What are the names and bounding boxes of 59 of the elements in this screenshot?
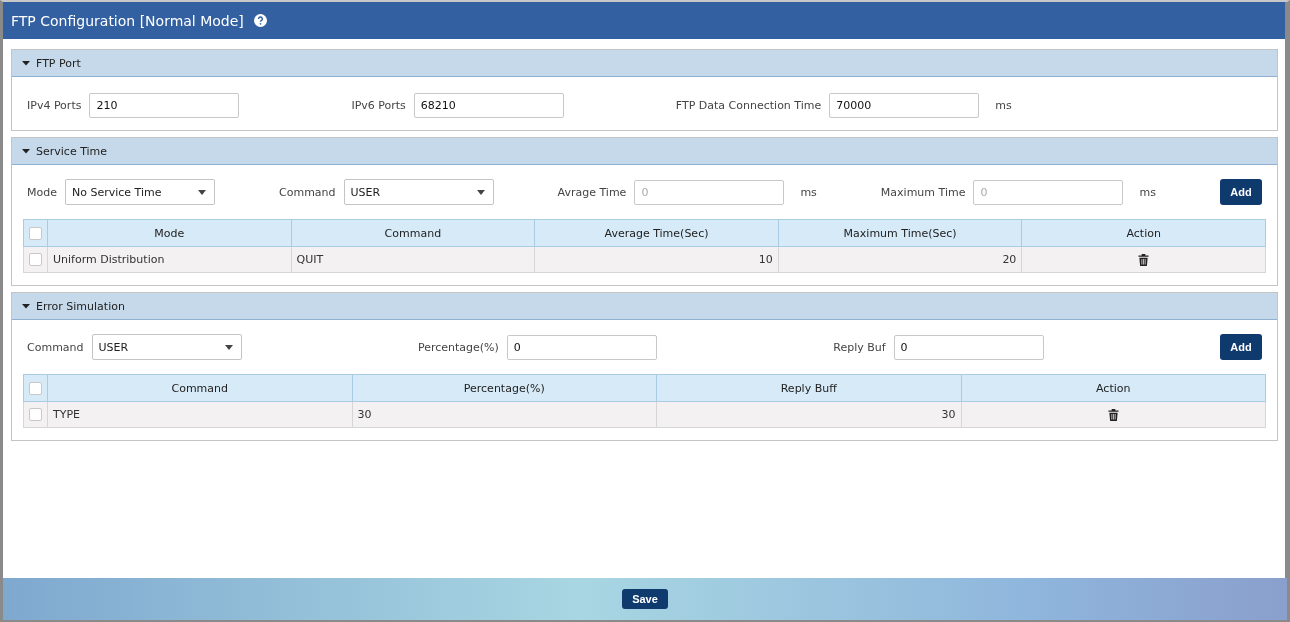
trash-icon[interactable] (1138, 253, 1150, 267)
table-cell: 10 (758, 253, 773, 266)
caret-icon (224, 344, 233, 350)
unit-label: ms (995, 99, 1012, 112)
input-field[interactable]: 210 (89, 93, 240, 118)
add-button[interactable]: Add (1219, 179, 1262, 205)
field-label: Percentage(%) (417, 340, 499, 354)
field-label: Maximum Time (880, 185, 966, 199)
section-header[interactable]: Service Time (12, 138, 1277, 165)
input-field[interactable]: 0 (506, 334, 657, 360)
dropdown[interactable]: USER (91, 334, 242, 360)
table-cell: 30 (357, 408, 372, 421)
table-cell: QUIT (296, 253, 324, 266)
field-label: Command (27, 340, 84, 354)
section-header[interactable]: FTP Port (12, 50, 1277, 77)
field-label: Command (279, 185, 336, 199)
table-cell: Uniform Distribution (53, 253, 165, 266)
dropdown[interactable]: No Service Time (65, 179, 215, 205)
caret-icon (22, 147, 30, 155)
add-button[interactable]: Add (1220, 334, 1262, 360)
caret-icon (22, 302, 30, 310)
table-cell: TYPE (53, 408, 81, 421)
dropdown[interactable]: USER (343, 179, 494, 205)
column-header: Command (47, 374, 352, 402)
table-cell: 20 (1002, 253, 1017, 266)
column-header: Action (961, 374, 1266, 402)
column-header: Maximum Time(Sec) (778, 219, 1022, 247)
column-header: Command (291, 219, 535, 247)
column-header: Mode (47, 219, 292, 247)
trash-icon[interactable] (1107, 408, 1119, 422)
checkbox[interactable] (29, 381, 42, 395)
field-label: IPv6 Ports (351, 99, 406, 112)
column-header: Average Time(Sec) (534, 219, 779, 247)
caret-icon (22, 59, 30, 67)
field-label: Reply Buf (833, 340, 886, 354)
section-header[interactable]: Error Simulation (12, 293, 1277, 320)
input-field[interactable]: 70000 (829, 93, 980, 118)
field-label: IPv4 Ports (27, 99, 82, 112)
column-header: Reply Buff (656, 374, 961, 402)
checkbox[interactable] (29, 253, 42, 267)
table-cell: 30 (941, 408, 956, 421)
input-field[interactable]: 68210 (413, 93, 564, 118)
help-icon[interactable] (253, 14, 267, 27)
save-button[interactable]: Save (622, 589, 668, 609)
input-field[interactable]: 0 (634, 179, 785, 205)
page-title: FTP Configuration [Normal Mode] (11, 12, 244, 29)
checkbox[interactable] (29, 408, 42, 422)
column-header: Percentage(%) (352, 374, 657, 402)
unit-label: ms (1139, 185, 1156, 199)
column-header: Action (1021, 219, 1266, 247)
caret-icon (198, 189, 206, 195)
input-field[interactable]: 0 (893, 334, 1044, 360)
input-field[interactable]: 0 (973, 179, 1124, 205)
unit-label: ms (800, 185, 817, 199)
field-label: FTP Data Connection Time (675, 99, 822, 112)
caret-icon (476, 189, 485, 195)
checkbox[interactable] (29, 226, 42, 240)
field-label: Avrage Time (557, 185, 627, 199)
field-label: Mode (27, 185, 57, 199)
